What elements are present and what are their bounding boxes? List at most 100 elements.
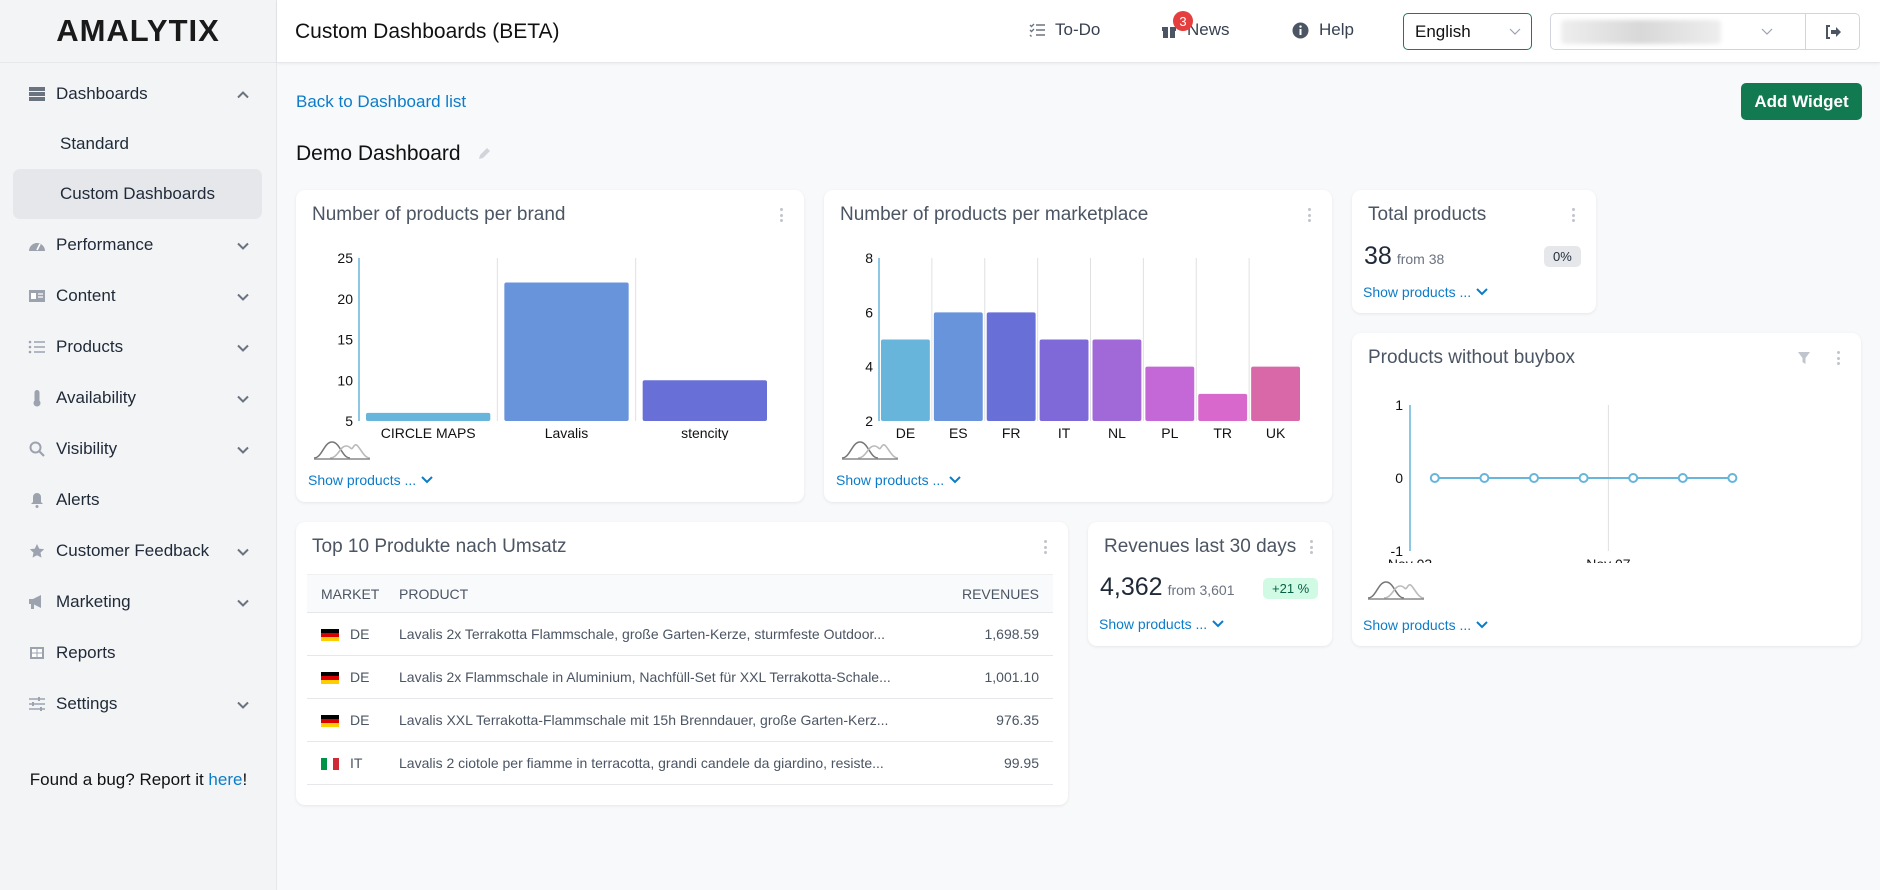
sidebar-item-customer-feedback[interactable]: Customer Feedback <box>0 525 276 576</box>
help-link[interactable]: Help <box>1292 20 1354 40</box>
sidebar-item-marketing[interactable]: Marketing <box>0 576 276 627</box>
product-cell[interactable]: Lavalis XXL Terrakotta-Flammschale mit 1… <box>399 698 951 742</box>
chevron-down-icon[interactable] <box>236 391 250 405</box>
flag-de-icon <box>321 715 339 728</box>
sidebar-item-label: Products <box>56 336 124 356</box>
bug-report-link[interactable]: here <box>208 770 242 789</box>
chevron-down-icon[interactable] <box>236 595 250 609</box>
widget-title: Number of products per marketplace <box>840 204 1149 225</box>
kebab-menu-icon[interactable] <box>780 208 784 222</box>
column-header-market[interactable]: MARKET <box>307 574 399 613</box>
x-tick-label: stencity <box>681 425 728 440</box>
market-cell: DE <box>307 612 399 656</box>
bar-uk[interactable] <box>1251 366 1300 421</box>
chevron-down-icon[interactable] <box>236 442 250 456</box>
sidebar-item-visibility[interactable]: Visibility <box>0 423 276 474</box>
filter-icon[interactable] <box>1797 351 1811 365</box>
sidebar-item-performance[interactable]: Performance <box>0 219 276 270</box>
sidebar-item-settings[interactable]: Settings <box>0 678 276 729</box>
column-header-product[interactable]: PRODUCT <box>399 574 951 613</box>
table-icon <box>27 643 47 663</box>
dashboard-title-row: Demo Dashboard <box>296 142 491 166</box>
bar-lavalis[interactable] <box>504 282 629 421</box>
table-header-row: MARKET PRODUCT REVENUES <box>307 574 1053 613</box>
checklist-icon <box>1029 23 1045 37</box>
sidebar-item-label: Marketing <box>56 591 131 611</box>
bar-nl[interactable] <box>1092 339 1142 422</box>
sidebar-subitem-standard[interactable]: Standard <box>13 119 262 169</box>
widget-top10-products: Top 10 Produkte nach Umsatz MARKET PRODU… <box>296 522 1068 805</box>
marketplace-bar-chart: 2468DE ES FR IT NL PL TR UK <box>865 250 1300 440</box>
star-icon <box>27 541 47 561</box>
y-tick-label: 5 <box>345 413 353 429</box>
sidebar-subitem-custom-dashboards[interactable]: Custom Dashboards <box>13 169 262 219</box>
data-point[interactable] <box>1677 473 1688 483</box>
bar-fr[interactable] <box>986 312 1036 421</box>
table-row[interactable]: DE Lavalis XXL Terrakotta-Flammschale mit… <box>307 698 1053 742</box>
bar-de[interactable] <box>881 339 930 422</box>
kebab-menu-icon[interactable] <box>1837 351 1841 365</box>
chevron-up-icon[interactable] <box>236 87 250 101</box>
kebab-menu-icon[interactable] <box>1572 208 1576 222</box>
show-products-link[interactable]: Show products ... <box>308 472 433 488</box>
sidebar-item-content[interactable]: Content <box>0 270 276 321</box>
kebab-menu-icon[interactable] <box>1308 208 1312 222</box>
table-row[interactable]: IT Lavalis 2 ciotole per fiamme in terrac… <box>307 741 1053 785</box>
sidebar-item-reports[interactable]: Reports <box>0 627 276 678</box>
data-point[interactable] <box>1578 473 1589 483</box>
show-products-link[interactable]: Show products ... <box>836 472 961 488</box>
add-widget-button[interactable]: Add Widget <box>1741 83 1862 120</box>
help-label: Help <box>1319 20 1354 39</box>
bar-es[interactable] <box>933 312 983 421</box>
chevron-down-icon[interactable] <box>236 340 250 354</box>
pencil-icon[interactable] <box>477 147 491 161</box>
distribution-icon[interactable] <box>1366 578 1426 600</box>
todo-link[interactable]: To-Do <box>1029 20 1100 40</box>
bar-pl[interactable] <box>1145 366 1195 421</box>
data-point[interactable] <box>1479 473 1490 483</box>
product-cell[interactable]: Lavalis 2x Terrakotta Flammschale, große… <box>399 612 951 656</box>
kebab-menu-icon[interactable] <box>1310 540 1314 554</box>
sidebar-item-dashboards[interactable]: Dashboards <box>0 68 276 119</box>
bar-it[interactable] <box>1039 339 1089 422</box>
distribution-icon[interactable] <box>312 438 372 460</box>
chevron-down-icon[interactable] <box>236 697 250 711</box>
language-value: English <box>1415 21 1471 41</box>
sidebar-item-availability[interactable]: Availability <box>0 372 276 423</box>
kebab-menu-icon[interactable] <box>1044 540 1048 554</box>
data-point[interactable] <box>1628 473 1639 483</box>
bar-stencity[interactable] <box>642 380 767 421</box>
data-point[interactable] <box>1727 473 1738 483</box>
chevron-down-icon[interactable] <box>236 238 250 252</box>
logo[interactable]: AMALYTIX <box>0 0 276 63</box>
logout-button[interactable] <box>1805 14 1859 49</box>
product-cell[interactable]: Lavalis 2 ciotole per fiamme in terracot… <box>399 741 951 785</box>
kpi-from: from 3,601 <box>1167 582 1235 598</box>
market-cell: IT <box>307 741 399 785</box>
revenue-cell: 1,001.10 <box>950 655 1053 699</box>
bar-tr[interactable] <box>1198 393 1248 421</box>
product-cell[interactable]: Lavalis 2x Flammschale in Aluminium, Nac… <box>399 655 951 699</box>
table-row[interactable]: DE Lavalis 2x Terrakotta Flammschale, gro… <box>307 612 1053 656</box>
show-products-link[interactable]: Show products ... <box>1363 284 1488 300</box>
sidebar-item-products[interactable]: Products <box>0 321 276 372</box>
show-products-label: Show products ... <box>1363 284 1472 300</box>
chevron-down-icon[interactable] <box>236 544 250 558</box>
account-select[interactable] <box>1550 13 1860 50</box>
table-row[interactable]: DE Lavalis 2x Flammschale in Aluminium, N… <box>307 655 1053 699</box>
back-to-dashboard-list-link[interactable]: Back to Dashboard list <box>296 92 466 112</box>
sidebar-item-alerts[interactable]: Alerts <box>0 474 276 525</box>
news-link[interactable]: 3 News <box>1161 11 1230 40</box>
chevron-down-icon[interactable] <box>236 289 250 303</box>
kpi-value-row: 38 from 38 <box>1364 242 1444 271</box>
show-products-link[interactable]: Show products ... <box>1363 617 1488 633</box>
show-products-link[interactable]: Show products ... <box>1099 616 1224 632</box>
data-point[interactable] <box>1429 473 1440 483</box>
thermometer-icon <box>27 388 47 408</box>
bar-circle-maps[interactable] <box>366 412 491 421</box>
market-code: IT <box>350 755 363 771</box>
distribution-icon[interactable] <box>840 438 900 460</box>
data-point[interactable] <box>1529 473 1539 483</box>
column-header-revenues[interactable]: REVENUES <box>950 574 1053 613</box>
language-select[interactable]: English <box>1403 13 1532 50</box>
